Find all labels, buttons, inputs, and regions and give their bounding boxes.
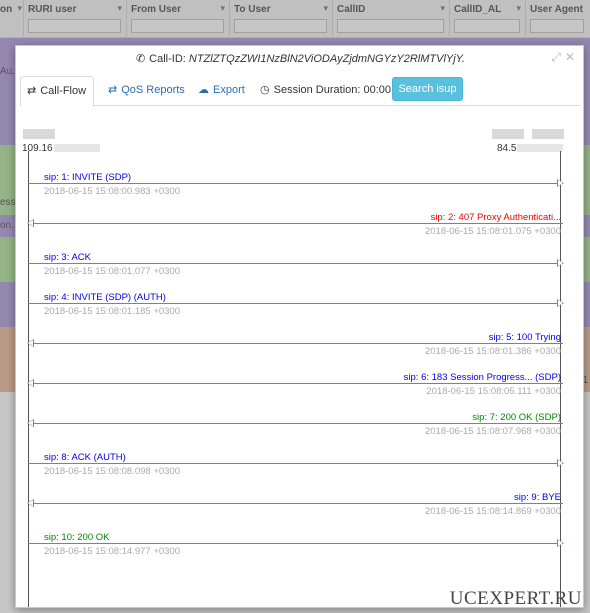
expand-icon[interactable]: ⤢ (551, 50, 561, 65)
message-label[interactable]: sip: 6: 183 Session Progress... (SDP) (404, 372, 561, 383)
message-label[interactable]: sip: 8: ACK (AUTH) (44, 452, 126, 463)
exchange-icon: ⇄ (108, 84, 118, 96)
sip-message[interactable]: sip: 3: ACK 2018-06-15 15:08:01.077 +0300 (28, 243, 564, 283)
arrow-left-icon (27, 499, 34, 507)
call-flow-diagram: 109.16 84.5 sip: 1: INVITE (SDP) 2018-06-… (16, 121, 583, 607)
message-arrow-line (28, 503, 563, 504)
message-timestamp: 2018-06-15 15:08:05.111 +0300 (426, 386, 561, 397)
message-timestamp: 2018-06-15 15:08:01.386 +0300 (424, 346, 561, 357)
host-box-left (23, 129, 55, 139)
arrow-right-icon (557, 299, 564, 307)
message-timestamp: 2018-06-15 15:08:14.869 +0300 (424, 506, 561, 517)
sip-message[interactable]: sip: 9: BYE 2018-06-15 15:08:14.869 +0300 (27, 483, 563, 523)
modal-title: ✆ Call-ID: NTZlZTQzZWI1NzBlN2ViODAyZjdmNG… (16, 52, 583, 65)
sip-message[interactable]: sip: 2: 407 Proxy Authenticati... 2018-06… (27, 203, 563, 243)
redacted-block (53, 144, 100, 153)
message-timestamp: 2018-06-15 15:08:01.185 +0300 (44, 306, 181, 317)
redacted-block (517, 144, 564, 153)
sip-message[interactable]: sip: 7: 200 OK (SDP) 2018-06-15 15:08:07.… (27, 403, 563, 443)
clock-icon: ◷ (260, 84, 270, 96)
message-arrow-line (28, 423, 563, 424)
message-arrow-line (28, 383, 563, 384)
tab-label: Call-Flow (40, 85, 87, 97)
arrow-left-icon (27, 379, 34, 387)
message-timestamp: 2018-06-15 15:08:14.977 +0300 (44, 546, 181, 557)
exchange-icon: ⇄ (27, 85, 37, 97)
message-label[interactable]: sip: 7: 200 OK (SDP) (472, 412, 561, 423)
arrow-left-icon (27, 339, 34, 347)
host-box-right (492, 129, 524, 139)
sip-message[interactable]: sip: 10: 200 OK 2018-06-15 15:08:14.977 +… (28, 523, 564, 563)
message-arrow-line (28, 343, 563, 344)
host-label-left: 109.16 (22, 143, 100, 154)
close-icon[interactable]: ✕ (565, 50, 575, 64)
message-arrow-line (28, 263, 563, 264)
sip-message[interactable]: sip: 5: 100 Trying 2018-06-15 15:08:01.38… (27, 323, 563, 363)
message-timestamp: 2018-06-15 15:08:07.968 +0300 (424, 426, 561, 437)
message-arrow-line (28, 183, 563, 184)
watermark: UCEXPERT.RU (449, 588, 582, 609)
call-flow-modal: ✆ Call-ID: NTZlZTQzZWI1NzBlN2ViODAyZjdmNG… (15, 45, 584, 608)
message-arrow-line (28, 223, 563, 224)
host-ip: 109.16 (22, 143, 53, 154)
message-label[interactable]: sip: 4: INVITE (SDP) (AUTH) (44, 292, 166, 303)
host-box-right (532, 129, 564, 139)
phone-icon: ✆ (135, 53, 146, 65)
message-label[interactable]: sip: 5: 100 Trying (489, 332, 561, 343)
message-timestamp: 2018-06-15 15:08:00.983 +0300 (44, 186, 181, 197)
message-label[interactable]: sip: 1: INVITE (SDP) (44, 172, 131, 183)
arrow-right-icon (557, 179, 564, 187)
message-arrow-line (28, 463, 563, 464)
message-arrow-line (28, 543, 563, 544)
cloud-icon: ☁ (198, 84, 209, 96)
host-label-right: 84.5 (497, 143, 564, 154)
message-label[interactable]: sip: 3: ACK (44, 252, 91, 263)
sip-message[interactable]: sip: 6: 183 Session Progress... (SDP) 201… (27, 363, 563, 403)
host-ip: 84.5 (497, 143, 517, 154)
message-label[interactable]: sip: 9: BYE (514, 492, 561, 503)
tab-label: QoS Reports (121, 84, 185, 96)
session-duration-label: Session Duration: 00:00:13 (273, 84, 407, 96)
arrow-left-icon (27, 419, 34, 427)
callid-value: NTZlZTQzZWI1NzBlN2ViODAyZjdmNGYzY2RlMTVl… (188, 53, 466, 65)
modal-tabs: ⇄ Call-Flow ⇄ QoS Reports ☁ Export ◷ Session… (20, 76, 581, 107)
callid-prefix: Call-ID: (149, 53, 186, 65)
session-duration: ◷ Session Duration: 00:00:13 (254, 76, 412, 106)
message-label[interactable]: sip: 10: 200 OK (44, 532, 109, 543)
search-isup-button[interactable]: Search isup (392, 77, 463, 101)
sip-message[interactable]: sip: 1: INVITE (SDP) 2018-06-15 15:08:00.… (28, 163, 564, 203)
tab-export[interactable]: ☁ Export (192, 76, 251, 106)
tab-call-flow[interactable]: ⇄ Call-Flow (20, 76, 94, 107)
tab-qos-reports[interactable]: ⇄ QoS Reports (102, 76, 191, 106)
arrow-right-icon (557, 259, 564, 267)
message-timestamp: 2018-06-15 15:08:01.077 +0300 (44, 266, 181, 277)
tab-label: Export (213, 84, 245, 96)
arrow-right-icon (557, 539, 564, 547)
message-timestamp: 2018-06-15 15:08:08.098 +0300 (44, 466, 181, 477)
message-timestamp: 2018-06-15 15:08:01.075 +0300 (424, 226, 561, 237)
arrow-right-icon (557, 459, 564, 467)
message-label[interactable]: sip: 2: 407 Proxy Authenticati... (431, 212, 561, 223)
arrow-left-icon (27, 219, 34, 227)
sip-message[interactable]: sip: 8: ACK (AUTH) 2018-06-15 15:08:08.09… (28, 443, 564, 483)
message-arrow-line (28, 303, 563, 304)
sip-message[interactable]: sip: 4: INVITE (SDP) (AUTH) 2018-06-15 15… (28, 283, 564, 323)
